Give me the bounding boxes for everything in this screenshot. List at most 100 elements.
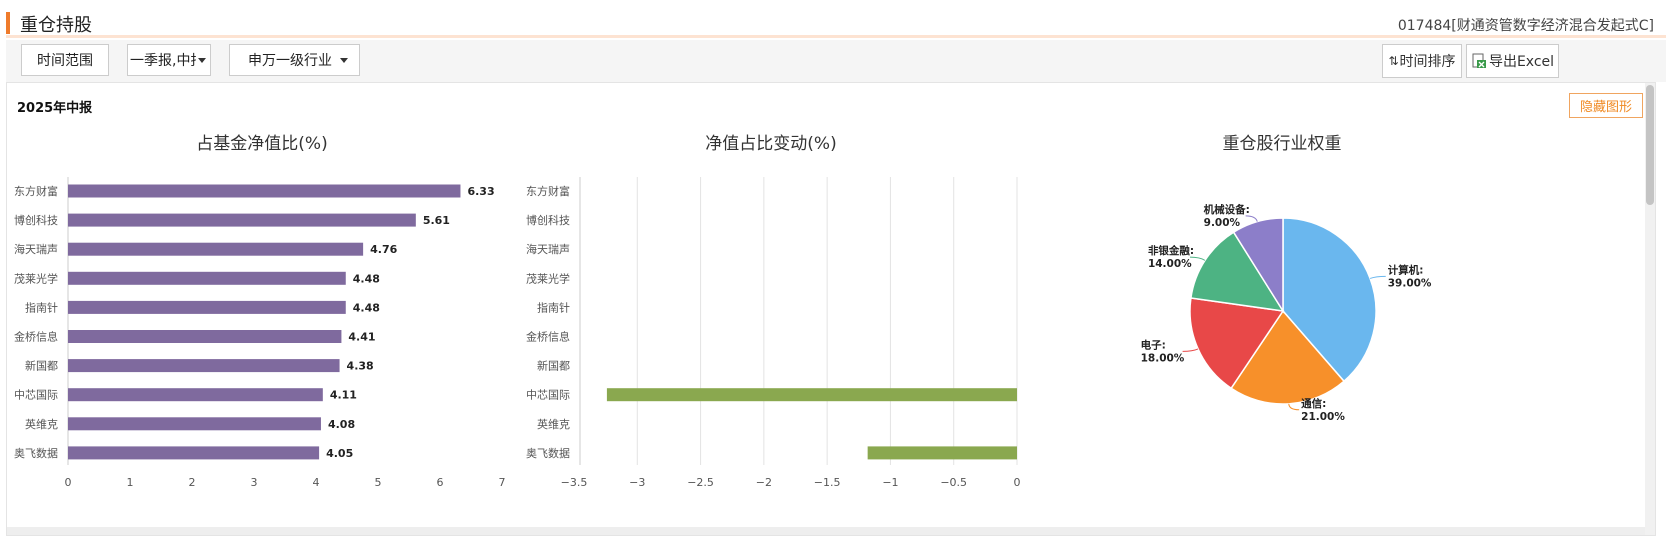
industry-select[interactable]: 申万一级行业	[229, 44, 360, 76]
data-label: 4.05	[326, 447, 353, 460]
category-label: 博创科技	[14, 213, 58, 227]
chart-title: 占基金净值比(%)	[196, 134, 327, 154]
scrollbar-thumb[interactable]	[1646, 85, 1654, 205]
pie-label-name: 机械设备:	[1204, 203, 1250, 216]
time-sort-label: 时间排序	[1399, 54, 1456, 70]
x-tick-label: −3.5	[561, 476, 588, 489]
title-accent-bar	[6, 12, 10, 34]
time-range-button[interactable]: 时间范围	[21, 44, 109, 76]
sort-arrows-icon: ⇅	[1388, 54, 1399, 68]
category-label: 东方财富	[526, 184, 570, 198]
toolbar: 时间范围 一季报,中报 申万一级行业 ⇅ 时间排序 导出Excel	[6, 40, 1666, 82]
vertical-scrollbar[interactable]	[1645, 83, 1655, 535]
report-period-value: 一季报,中报	[130, 53, 196, 69]
category-label: 新国都	[25, 359, 58, 373]
category-label: 茂莱光学	[526, 271, 570, 285]
category-label: 指南针	[25, 300, 58, 314]
category-label: 博创科技	[526, 213, 570, 227]
category-label: 英维克	[25, 417, 58, 431]
fund-name: 017484[财通资管数字经济混合发起式C]	[1397, 18, 1654, 34]
pie-label-connector	[1245, 215, 1258, 222]
data-label: 4.48	[353, 301, 380, 314]
pie-label-name: 通信:	[1301, 397, 1326, 410]
category-label: 新国都	[537, 359, 570, 373]
data-label: 4.08	[328, 418, 355, 431]
bars	[606, 388, 1017, 460]
pie-label-value: 21.00%	[1301, 411, 1345, 423]
category-label: 海天瑞声	[14, 242, 58, 256]
pie-label-value: 9.00%	[1204, 217, 1241, 229]
bar	[68, 388, 323, 402]
pie-label-value: 39.00%	[1388, 277, 1432, 289]
category-label: 金桥信息	[14, 330, 58, 344]
x-tick-label: 0	[1014, 476, 1021, 489]
industry-select-value: 申万一级行业	[248, 53, 332, 69]
data-label: 4.38	[347, 360, 374, 373]
x-tick-label: 2	[189, 476, 196, 489]
x-tick-label: −1	[882, 476, 898, 489]
data-label: 4.41	[348, 331, 375, 344]
pie-label-value: 18.00%	[1141, 352, 1185, 364]
chevron-down-icon	[340, 57, 348, 63]
category-label: 金桥信息	[526, 330, 570, 344]
page-title: 重仓持股	[20, 15, 92, 36]
category-labels: 东方财富博创科技海天瑞声茂莱光学指南针金桥信息新国都中芯国际英维克奥飞数据	[526, 184, 570, 460]
x-tick-label: −3	[629, 476, 645, 489]
x-tick-label: −0.5	[940, 476, 967, 489]
pie-label-name: 电子:	[1141, 338, 1166, 351]
x-tick-labels: −3.5 −3 −2.5 −2 −1.5 −1 −0.5 0	[561, 476, 1021, 489]
charts-canvas: 占基金净值比(%) 东方财富博创科技海天瑞声茂莱光学指南针金桥信息新国都中芯国际…	[14, 134, 1432, 489]
category-label: 奥飞数据	[14, 446, 58, 460]
report-period-select[interactable]: 一季报,中报	[127, 44, 211, 76]
bar	[68, 417, 321, 431]
x-tick-label: 1	[127, 476, 134, 489]
category-label: 海天瑞声	[526, 242, 570, 256]
pie-slices	[1182, 215, 1386, 411]
category-label: 英维克	[537, 417, 570, 431]
category-label: 中芯国际	[526, 388, 570, 402]
pie-label-name: 非银金融:	[1148, 244, 1194, 257]
bar	[68, 359, 340, 373]
x-tick-label: −2.5	[687, 476, 714, 489]
bar	[68, 242, 364, 256]
data-label: 4.48	[353, 272, 380, 285]
x-tick-label: 5	[375, 476, 382, 489]
time-sort-button[interactable]: ⇅ 时间排序	[1382, 44, 1462, 78]
chart-nav-ratio: 占基金净值比(%) 东方财富博创科技海天瑞声茂莱光学指南针金桥信息新国都中芯国际…	[14, 134, 506, 489]
pie-label-connector	[1189, 256, 1206, 261]
time-range-label: 时间范围	[37, 53, 93, 69]
category-label: 指南针	[537, 300, 570, 314]
x-tick-label: 0	[65, 476, 72, 489]
export-excel-button[interactable]: 导出Excel	[1466, 44, 1559, 78]
bar	[68, 213, 416, 227]
bar	[606, 388, 1017, 402]
data-label: 6.33	[467, 185, 494, 198]
x-tick-label: −1.5	[814, 476, 841, 489]
bar	[68, 300, 346, 314]
grid-lines	[636, 177, 1018, 465]
bar	[68, 446, 320, 460]
pie-label-value: 14.00%	[1148, 258, 1192, 270]
x-tick-label: −2	[756, 476, 772, 489]
bar	[68, 271, 346, 285]
data-label: 4.11	[330, 389, 357, 402]
category-label: 茂莱光学	[14, 271, 58, 285]
chart-industry-weight: 重仓股行业权重 计算机:39.00% 通信:21.00% 电子:18.00% 非银金融…	[1141, 134, 1432, 423]
category-labels: 东方财富博创科技海天瑞声茂莱光学指南针金桥信息新国都中芯国际英维克奥飞数据	[14, 184, 58, 460]
x-tick-label: 6	[437, 476, 444, 489]
bar	[867, 446, 1017, 460]
excel-export-icon	[1472, 53, 1486, 68]
category-label: 中芯国际	[14, 388, 58, 402]
x-tick-label: 7	[499, 476, 506, 489]
category-label: 东方财富	[14, 184, 58, 198]
category-label: 奥飞数据	[526, 446, 570, 460]
chart-title: 净值占比变动(%)	[705, 134, 836, 154]
x-tick-label: 4	[313, 476, 320, 489]
pie-label-name: 计算机:	[1388, 263, 1424, 276]
export-excel-label: 导出Excel	[1488, 54, 1555, 70]
bar	[68, 330, 342, 343]
chart-title: 重仓股行业权重	[1223, 134, 1342, 154]
x-tick-labels: 0 1 2 3 4 5 6 7	[65, 476, 506, 489]
table-header-strip	[7, 527, 1647, 535]
data-label: 4.76	[370, 243, 397, 256]
